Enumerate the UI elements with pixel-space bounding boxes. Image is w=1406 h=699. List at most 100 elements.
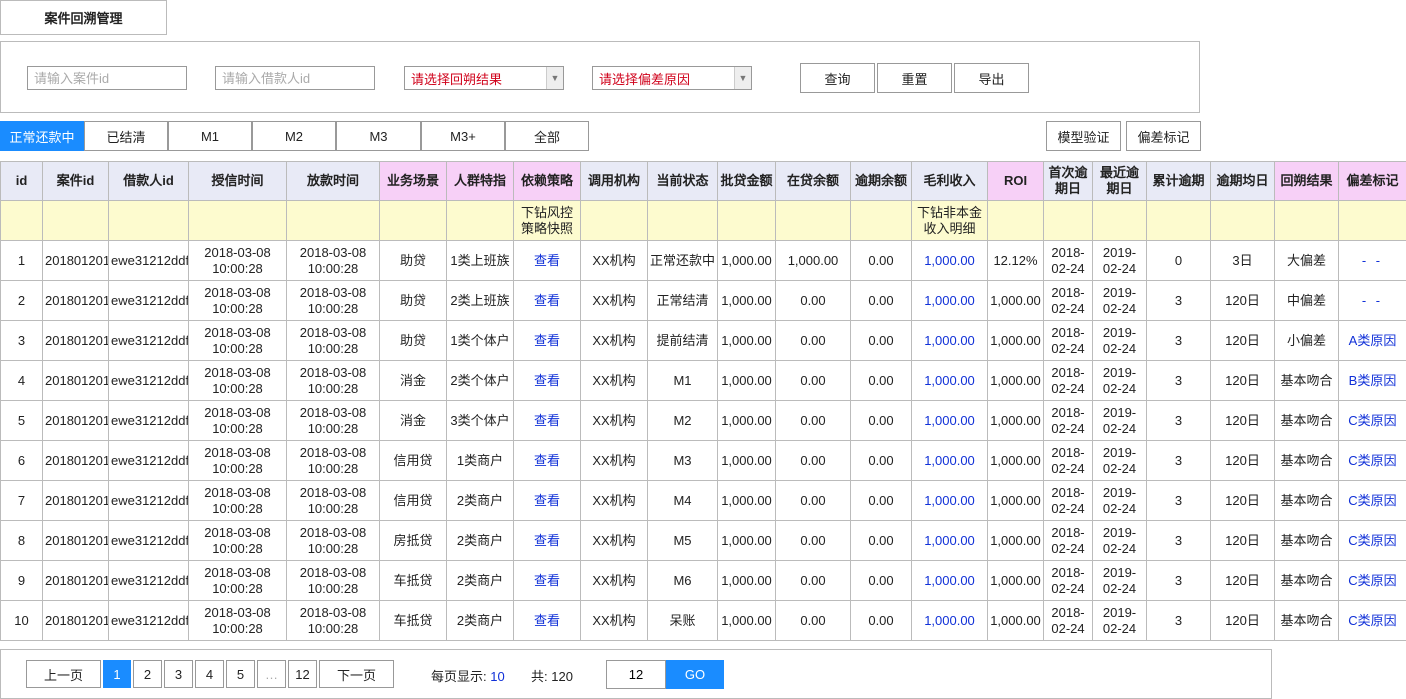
- org-cell: XX机构: [580, 400, 648, 441]
- gross-income-link[interactable]: 1,000.00: [911, 280, 988, 321]
- col-header: 偏差标记: [1338, 161, 1406, 201]
- cum-overdue-cell: 3: [1146, 360, 1211, 401]
- reset-button[interactable]: 重置: [877, 63, 952, 93]
- last-overdue-cell: 2019-02-24: [1092, 240, 1147, 281]
- case-id-input[interactable]: [27, 66, 187, 90]
- backtrack-result-select[interactable]: 请选择回朔结果 ▼: [404, 66, 564, 90]
- tab-settled[interactable]: 已结清: [84, 121, 168, 151]
- prev-page-button[interactable]: 上一页: [26, 660, 101, 688]
- last-overdue-cell: 2019-02-24: [1092, 440, 1147, 481]
- deviation-mark-link[interactable]: C类原因: [1338, 480, 1406, 521]
- chevron-down-icon: ▼: [734, 67, 751, 89]
- borrower-id-input[interactable]: [215, 66, 375, 90]
- view-strategy-link[interactable]: 查看: [513, 560, 581, 601]
- deviation-mark-link[interactable]: C类原因: [1338, 560, 1406, 601]
- case-id-cell: 20180120121212: [42, 440, 109, 481]
- loan-time-cell: 2018-03-08 10:00:28: [286, 280, 380, 321]
- page-size-value[interactable]: 10: [490, 669, 504, 684]
- next-page-button[interactable]: 下一页: [319, 660, 394, 688]
- avg-days-cell: 120日: [1210, 400, 1275, 441]
- avg-days-cell: 120日: [1210, 280, 1275, 321]
- export-button[interactable]: 导出: [954, 63, 1029, 93]
- query-button[interactable]: 查询: [800, 63, 875, 93]
- deviation-mark-link[interactable]: - -: [1338, 240, 1406, 281]
- org-cell: XX机构: [580, 520, 648, 561]
- org-cell: XX机构: [580, 320, 648, 361]
- deviation-mark-link[interactable]: C类原因: [1338, 520, 1406, 561]
- cum-overdue-cell: 3: [1146, 320, 1211, 361]
- view-strategy-link[interactable]: 查看: [513, 400, 581, 441]
- gross-income-link[interactable]: 1,000.00: [911, 320, 988, 361]
- total-value: 120: [551, 669, 573, 684]
- view-strategy-link[interactable]: 查看: [513, 360, 581, 401]
- view-strategy-link[interactable]: 查看: [513, 520, 581, 561]
- view-strategy-link[interactable]: 查看: [513, 240, 581, 281]
- gross-income-link[interactable]: 1,000.00: [911, 360, 988, 401]
- table-row: 820180120121212ewe31212ddfa2018-03-08 10…: [0, 520, 1406, 561]
- case-table: id 案件id 借款人id 授信时间 放款时间 业务场景 人群特指 依赖策略 调…: [0, 161, 1406, 641]
- gross-income-link[interactable]: 1,000.00: [911, 480, 988, 521]
- col-header: ROI: [987, 161, 1044, 201]
- balance-cell: 0.00: [775, 600, 851, 641]
- page-size-info: 每页显示: 10: [431, 666, 505, 685]
- cum-overdue-cell: 3: [1146, 520, 1211, 561]
- gross-income-link[interactable]: 1,000.00: [911, 560, 988, 601]
- deviation-mark-link[interactable]: C类原因: [1338, 600, 1406, 641]
- page-button-2[interactable]: 2: [133, 660, 162, 688]
- loan-time-cell: 2018-03-08 10:00:28: [286, 320, 380, 361]
- gross-income-link[interactable]: 1,000.00: [911, 600, 988, 641]
- row-id: 6: [0, 440, 43, 481]
- approved-amount-cell: 1,000.00: [717, 560, 776, 601]
- deviation-mark-link[interactable]: C类原因: [1338, 400, 1406, 441]
- jump-page-input[interactable]: [606, 660, 666, 689]
- view-strategy-link[interactable]: 查看: [513, 280, 581, 321]
- view-strategy-link[interactable]: 查看: [513, 480, 581, 521]
- org-cell: XX机构: [580, 280, 648, 321]
- tab-m1[interactable]: M1: [168, 121, 252, 151]
- balance-cell: 0.00: [775, 400, 851, 441]
- page-button-4[interactable]: 4: [195, 660, 224, 688]
- tab-normal-repayment[interactable]: 正常还款中: [0, 121, 84, 151]
- gross-income-link[interactable]: 1,000.00: [911, 440, 988, 481]
- gross-income-link[interactable]: 1,000.00: [911, 240, 988, 281]
- first-overdue-cell: 2018-02-24: [1043, 320, 1093, 361]
- crowd-cell: 2类上班族: [446, 280, 514, 321]
- roi-cell: 1,000.00: [987, 400, 1044, 441]
- deviation-mark-link[interactable]: A类原因: [1338, 320, 1406, 361]
- roi-cell: 12.12%: [987, 240, 1044, 281]
- page-title-tab[interactable]: 案件回溯管理: [0, 0, 167, 35]
- gross-income-link[interactable]: 1,000.00: [911, 520, 988, 561]
- page-button-3[interactable]: 3: [164, 660, 193, 688]
- org-cell: XX机构: [580, 480, 648, 521]
- last-overdue-cell: 2019-02-24: [1092, 360, 1147, 401]
- deviation-mark-link[interactable]: C类原因: [1338, 440, 1406, 481]
- status-cell: 提前结清: [647, 320, 718, 361]
- model-verify-button[interactable]: 模型验证: [1046, 121, 1121, 151]
- page-button-5[interactable]: 5: [226, 660, 255, 688]
- tab-m3[interactable]: M3: [336, 121, 421, 151]
- view-strategy-link[interactable]: 查看: [513, 600, 581, 641]
- go-button[interactable]: GO: [666, 660, 724, 689]
- cum-overdue-cell: 3: [1146, 440, 1211, 481]
- borrower-id-cell: ewe31212ddfa: [108, 520, 189, 561]
- tab-m2[interactable]: M2: [252, 121, 336, 151]
- deviation-mark-button[interactable]: 偏差标记: [1126, 121, 1201, 151]
- total-label: 共:: [531, 669, 548, 684]
- approved-amount-cell: 1,000.00: [717, 320, 776, 361]
- col-header: 最近逾期日: [1092, 161, 1147, 201]
- view-strategy-link[interactable]: 查看: [513, 320, 581, 361]
- tab-m3-plus[interactable]: M3+: [421, 121, 505, 151]
- page-button-12[interactable]: 12: [288, 660, 317, 688]
- backtrack-result-cell: 基本吻合: [1274, 600, 1339, 641]
- overdue-balance-cell: 0.00: [850, 320, 912, 361]
- page-button-1[interactable]: 1: [103, 660, 131, 688]
- view-strategy-link[interactable]: 查看: [513, 440, 581, 481]
- status-cell: M5: [647, 520, 718, 561]
- gross-income-link[interactable]: 1,000.00: [911, 400, 988, 441]
- deviation-mark-link[interactable]: - -: [1338, 280, 1406, 321]
- case-id-cell: 20180120121212: [42, 480, 109, 521]
- deviation-mark-link[interactable]: B类原因: [1338, 360, 1406, 401]
- row-id: 8: [0, 520, 43, 561]
- deviation-reason-select[interactable]: 请选择偏差原因 ▼: [592, 66, 752, 90]
- tab-all[interactable]: 全部: [505, 121, 589, 151]
